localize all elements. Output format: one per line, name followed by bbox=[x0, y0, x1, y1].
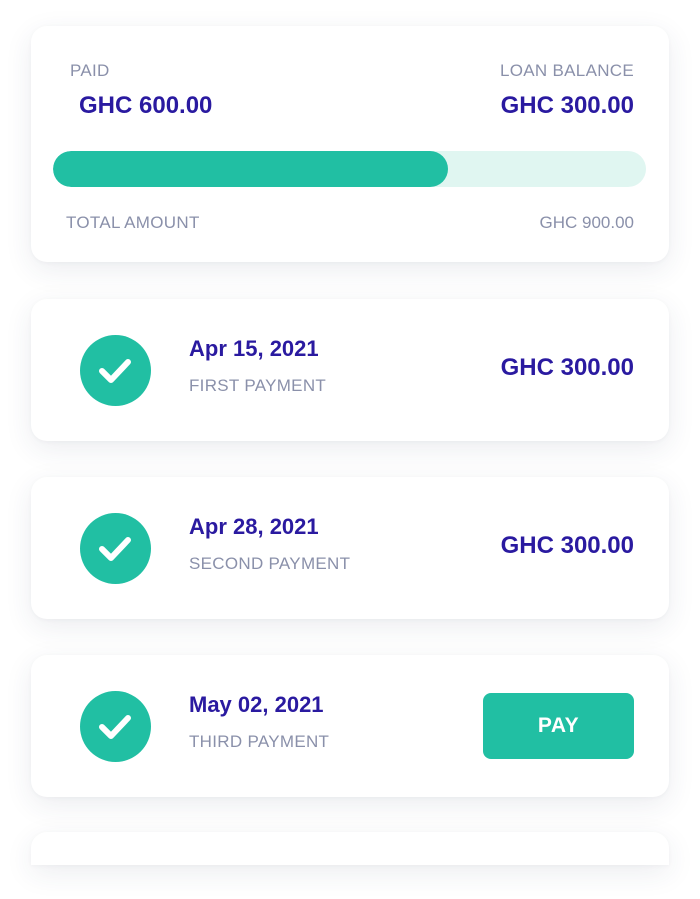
loan-balance-label: LOAN BALANCE bbox=[500, 61, 634, 80]
payment-label: SECOND PAYMENT bbox=[189, 554, 351, 573]
paid-label: PAID bbox=[70, 61, 110, 80]
paid-amount: GHC 600.00 bbox=[79, 92, 213, 119]
check-icon bbox=[80, 335, 151, 406]
total-amount-label: TOTAL AMOUNT bbox=[66, 213, 200, 232]
payment-date: Apr 15, 2021 bbox=[189, 336, 319, 361]
payment-card-third: May 02, 2021 THIRD PAYMENT PAY bbox=[31, 655, 669, 797]
repayment-progress-bar bbox=[53, 151, 646, 187]
loan-balance-amount: GHC 300.00 bbox=[500, 92, 634, 119]
repayment-progress-fill bbox=[53, 151, 449, 187]
payment-label: FIRST PAYMENT bbox=[189, 376, 327, 395]
check-icon bbox=[80, 513, 151, 584]
check-icon bbox=[80, 691, 151, 762]
payment-card-partial bbox=[31, 832, 669, 865]
payment-amount: GHC 300.00 bbox=[500, 532, 634, 559]
payment-card-first: Apr 15, 2021 FIRST PAYMENT GHC 300.00 bbox=[31, 299, 669, 441]
payment-label: THIRD PAYMENT bbox=[189, 732, 330, 751]
payment-amount: GHC 300.00 bbox=[500, 354, 634, 381]
payment-date: May 02, 2021 bbox=[189, 692, 324, 717]
pay-button[interactable]: PAY bbox=[483, 693, 634, 759]
payment-card-second: Apr 28, 2021 SECOND PAYMENT GHC 300.00 bbox=[31, 477, 669, 619]
total-amount-value: GHC 900.00 bbox=[539, 213, 635, 232]
payment-date: Apr 28, 2021 bbox=[189, 514, 319, 539]
loan-summary-card: PAID GHC 600.00 LOAN BALANCE GHC 300.00 … bbox=[31, 26, 669, 262]
